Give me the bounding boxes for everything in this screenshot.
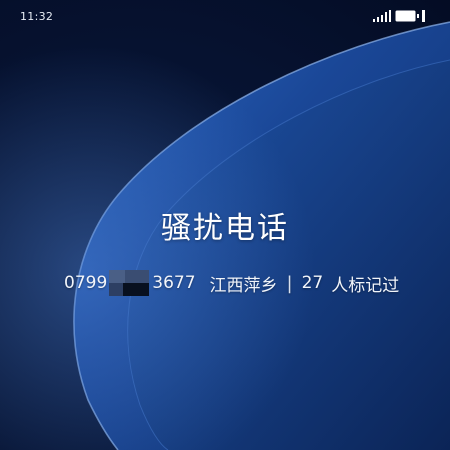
- signal-icon: [373, 10, 391, 22]
- status-time: 11:32: [20, 10, 54, 23]
- incoming-call-screen: 11:32 骚扰电话 0799 3677 江西萍乡 | 27 人标记过: [0, 0, 450, 450]
- caller-info: 0799 3677 江西萍乡 | 27 人标记过: [64, 268, 399, 298]
- masked-digits: [109, 268, 150, 298]
- caller-location: 江西萍乡: [209, 275, 278, 296]
- mark-count: 27: [301, 273, 324, 293]
- status-bar: 11:32: [0, 0, 450, 34]
- mark-text: 人标记过: [331, 275, 400, 296]
- number-suffix: 3677: [152, 273, 196, 293]
- info-separator: |: [286, 272, 293, 294]
- caller-label: 骚扰电话: [161, 211, 289, 246]
- number-prefix: 0799: [64, 273, 108, 293]
- battery-icon: [395, 10, 425, 22]
